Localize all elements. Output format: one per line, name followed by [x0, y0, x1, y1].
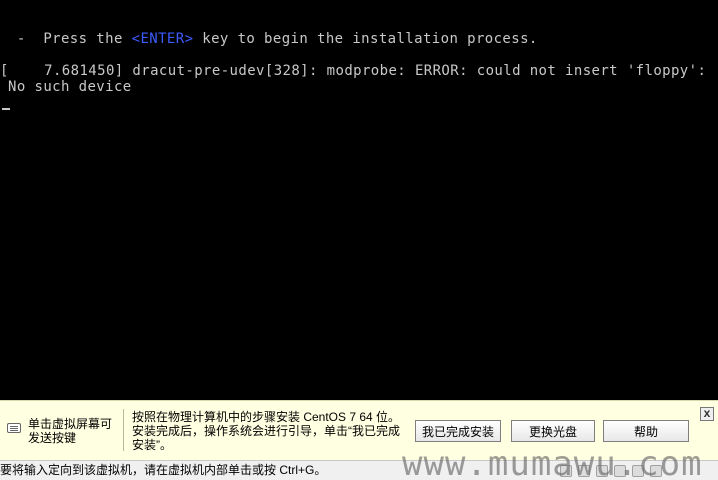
enter-key-text: <ENTER>: [131, 31, 194, 47]
install-instruction-line-1: 按照在物理计算机中的步骤安装 CentOS 7 64 位。: [132, 410, 401, 424]
device-icon[interactable]: [578, 465, 590, 477]
status-device-icons: [560, 464, 680, 478]
device-icon[interactable]: [650, 465, 662, 477]
close-icon[interactable]: x: [700, 407, 714, 421]
hint-divider: [123, 409, 124, 451]
device-icon[interactable]: [596, 465, 608, 477]
keyboard-hint: 单击虚拟屏幕可发送按键: [28, 417, 113, 445]
enter-prompt-prefix: - Press the: [8, 31, 132, 47]
status-bar: 要将输入定向到该虚拟机，请在虚拟机内部单击或按 Ctrl+G。: [0, 460, 718, 480]
install-instruction-line-3: 安装”。: [132, 438, 172, 452]
device-icon[interactable]: [560, 465, 572, 477]
virtual-machine-console[interactable]: - Press the <ENTER> key to begin the ins…: [0, 0, 718, 400]
console-line-error: [ 7.681450] dracut-pre-udev[328]: modpro…: [0, 63, 707, 79]
status-message: 要将输入定向到该虚拟机，请在虚拟机内部单击或按 Ctrl+G。: [0, 463, 327, 477]
console-line-enter-prompt: - Press the <ENTER> key to begin the ins…: [8, 31, 538, 47]
help-button[interactable]: 帮助: [603, 420, 689, 442]
vmware-vm-window: - Press the <ENTER> key to begin the ins…: [0, 0, 718, 480]
text-cursor: [2, 108, 10, 110]
enter-prompt-suffix: key to begin the installation process.: [193, 31, 538, 47]
keyboard-icon: [7, 423, 21, 433]
install-instructions: 按照在物理计算机中的步骤安装 CentOS 7 64 位。 安装完成后，操作系统…: [132, 410, 408, 452]
install-instruction-line-2: 安装完成后，操作系统会进行引导，单击“我已完成: [132, 424, 400, 438]
change-disc-button[interactable]: 更换光盘: [511, 420, 595, 442]
device-icon[interactable]: [614, 465, 626, 477]
console-line-no-device: No such device: [8, 79, 132, 95]
device-icon[interactable]: [632, 465, 644, 477]
install-complete-button[interactable]: 我已完成安装: [415, 420, 501, 442]
vm-install-hint-bar: 单击虚拟屏幕可发送按键 按照在物理计算机中的步骤安装 CentOS 7 64 位…: [0, 400, 718, 460]
